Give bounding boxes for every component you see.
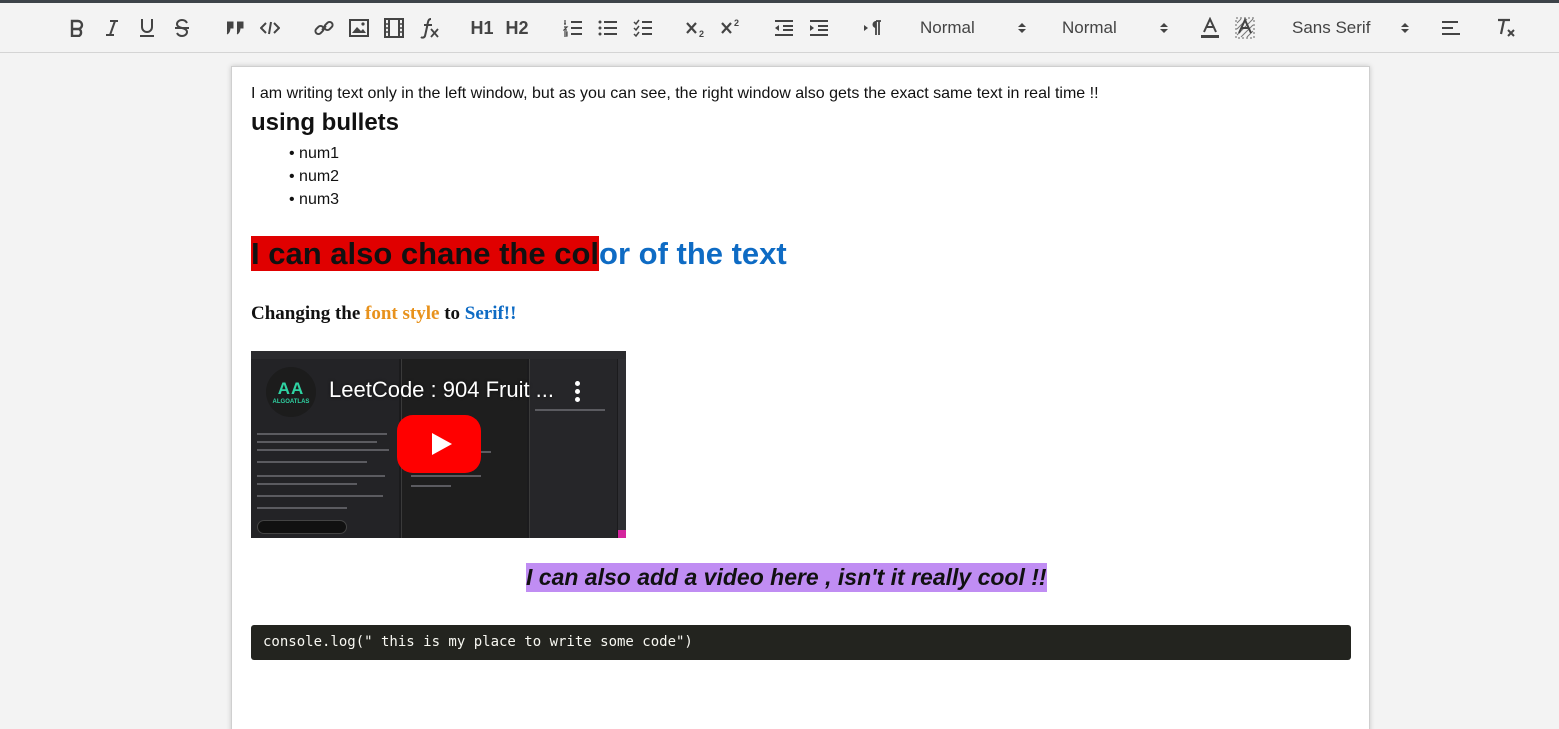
size-picker[interactable]: Normal [1062, 15, 1168, 41]
channel-logo-text: AA [277, 378, 305, 398]
blue-text: or of the text [599, 236, 787, 271]
text-direction-button[interactable] [862, 15, 884, 41]
header2-button[interactable]: H2 [505, 15, 529, 41]
image-icon [349, 19, 369, 37]
serif-text-part1: Changing the [251, 303, 366, 324]
code-block: console.log(" this is my place to write … [251, 625, 1351, 660]
checklist-icon [633, 19, 652, 37]
dropdown-arrows-icon [1401, 23, 1409, 33]
editor-toolbar: H1 H2 2 2 Normal Normal Sans Serif [0, 3, 1559, 53]
bullet-list-icon [598, 20, 617, 36]
editor-content-area[interactable]: I am writing text only in the left windo… [231, 66, 1370, 729]
subscript-icon: 2 [686, 22, 704, 38]
blockquote-button[interactable] [225, 15, 245, 41]
dropdown-arrows-icon [1160, 23, 1168, 33]
code-block-button[interactable] [259, 15, 281, 41]
channel-logo-subtext: ALGOATLAS [272, 398, 310, 405]
video-caption: I can also add a video here , isn't it r… [526, 563, 1047, 592]
strike-button[interactable] [172, 15, 192, 41]
superscript-icon: 2 [721, 18, 739, 34]
formula-button[interactable] [418, 15, 442, 41]
play-button-icon[interactable] [397, 415, 481, 473]
bullet-list: num1 num2 num3 [289, 142, 339, 211]
italic-button[interactable] [102, 15, 122, 41]
svg-text:2: 2 [699, 29, 704, 38]
intro-paragraph: I am writing text only in the left windo… [251, 85, 1099, 102]
formula-icon [420, 18, 439, 39]
link-icon [314, 20, 334, 36]
dropdown-arrows-icon [1018, 23, 1026, 33]
bullets-heading: using bullets [251, 109, 400, 136]
embedded-video[interactable]: AA ALGOATLAS LeetCode : 904 Fruit ... [251, 351, 626, 538]
header1-label: H1 [470, 18, 494, 38]
background-color-icon [1235, 17, 1255, 39]
italic-icon [106, 20, 118, 36]
align-button[interactable] [1440, 15, 1462, 41]
background-color-button[interactable] [1234, 15, 1256, 41]
more-options-icon[interactable] [575, 381, 580, 402]
list-item: num3 [289, 188, 339, 211]
header-picker-label: Normal [920, 18, 975, 37]
video-icon [384, 18, 404, 38]
text-color-button[interactable] [1199, 15, 1221, 41]
indent-button[interactable] [808, 15, 830, 41]
svg-text:2: 2 [734, 18, 739, 28]
bold-button[interactable] [67, 15, 87, 41]
serif-text-part3: to [439, 303, 465, 324]
serif-paragraph: Changing the font style to Serif!! [251, 303, 516, 325]
text-direction-icon [864, 20, 881, 35]
underline-button[interactable] [137, 15, 157, 41]
bullet-list-button[interactable] [597, 15, 619, 41]
strikethrough-icon [175, 19, 189, 37]
bold-icon [70, 19, 84, 37]
header-picker[interactable]: Normal [920, 15, 1026, 41]
text-color-icon [1201, 17, 1219, 38]
outdent-icon [775, 20, 793, 36]
code-icon [260, 21, 280, 35]
check-list-button[interactable] [632, 15, 654, 41]
ordered-list-icon [563, 20, 582, 37]
serif-text-blue: Serif!! [464, 303, 517, 324]
image-button[interactable] [348, 15, 370, 41]
size-picker-label: Normal [1062, 18, 1117, 37]
align-left-icon [1442, 21, 1460, 35]
video-title[interactable]: LeetCode : 904 Fruit ... [329, 377, 554, 403]
link-button[interactable] [313, 15, 335, 41]
video-thumbnail-sidebar [618, 359, 626, 538]
clear-formatting-button[interactable] [1494, 15, 1518, 41]
channel-avatar[interactable]: AA ALGOATLAS [266, 367, 316, 417]
underline-icon [140, 19, 154, 37]
quote-icon [226, 21, 244, 35]
font-picker[interactable]: Sans Serif [1292, 15, 1409, 41]
list-item: num1 [289, 142, 339, 165]
serif-text-orange: font style [365, 303, 440, 324]
colored-heading: I can also chane the color of the text [251, 235, 787, 273]
highlighted-text: I can also chane the col [251, 236, 600, 271]
font-picker-label: Sans Serif [1292, 18, 1371, 37]
superscript-button[interactable]: 2 [720, 15, 742, 41]
indent-icon [810, 20, 828, 36]
list-item: num2 [289, 165, 339, 188]
video-button[interactable] [383, 15, 405, 41]
header1-button[interactable]: H1 [470, 15, 494, 41]
subscript-button[interactable]: 2 [685, 15, 707, 41]
video-controls-pill [257, 520, 347, 534]
outdent-button[interactable] [773, 15, 795, 41]
video-thumbnail-topbar [251, 351, 626, 359]
clear-formatting-icon [1498, 18, 1515, 37]
ordered-list-button[interactable] [562, 15, 584, 41]
header2-label: H2 [505, 18, 529, 38]
